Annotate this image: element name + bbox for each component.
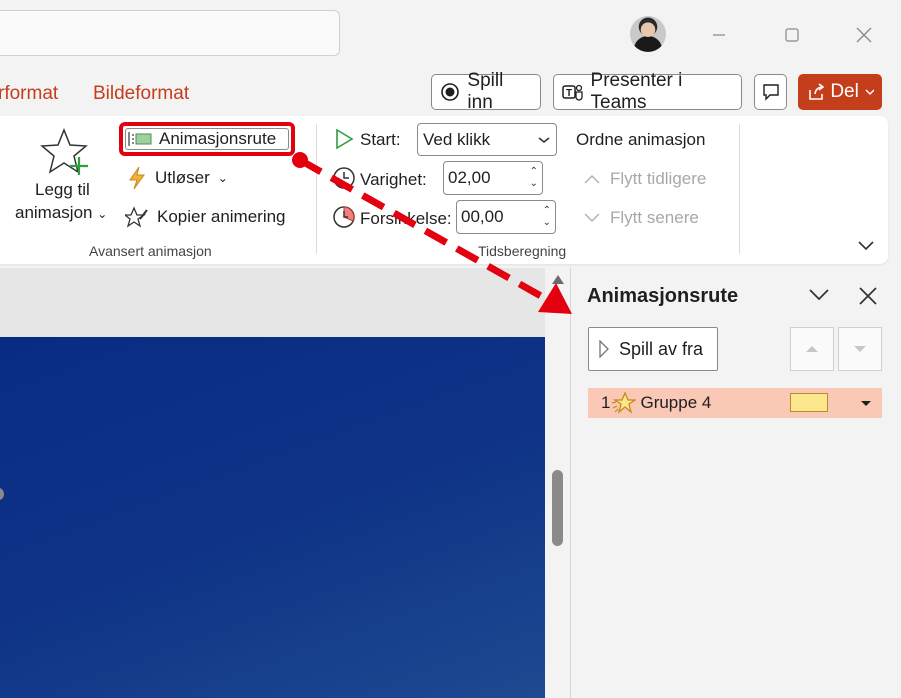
animation-pane-button[interactable]: Animasjonsrute bbox=[119, 122, 295, 156]
timing-bar[interactable] bbox=[790, 393, 828, 412]
move-later-label: Flytt senere bbox=[610, 208, 699, 227]
reorder-animation-title: Ordne animasjon bbox=[576, 130, 706, 149]
entrance-star-icon bbox=[612, 391, 637, 414]
svg-text:T: T bbox=[566, 88, 572, 99]
chevron-down-icon: ⌄ bbox=[217, 171, 228, 185]
present-in-teams-button[interactable]: T Presenter i Teams bbox=[553, 70, 742, 113]
start-label: Start: bbox=[360, 130, 401, 149]
chevron-up-icon bbox=[584, 174, 600, 184]
add-animation-star-icon bbox=[40, 127, 92, 182]
comment-icon bbox=[762, 84, 779, 101]
start-select-value: Ved klikk bbox=[423, 129, 491, 149]
duration-value: 02,00 bbox=[448, 168, 491, 187]
ribbon-collapse-chevron-icon[interactable] bbox=[858, 238, 874, 256]
chevron-down-icon bbox=[865, 89, 874, 96]
delay-input[interactable]: 00,00 ⌃ ⌄ bbox=[456, 200, 556, 234]
play-from-label: Spill av fra bbox=[619, 338, 704, 359]
scrollbar-thumb[interactable] bbox=[552, 470, 563, 546]
move-earlier-label: Flytt tidligere bbox=[610, 169, 707, 188]
play-triangle-icon bbox=[334, 128, 354, 155]
item-dropdown-icon[interactable] bbox=[860, 400, 872, 408]
triangle-down-icon bbox=[854, 346, 866, 352]
maximize-icon[interactable] bbox=[777, 20, 807, 50]
record-icon bbox=[441, 83, 459, 101]
timing-group-label: Tidsberegning bbox=[478, 243, 567, 259]
delay-label: Forsinkelse: bbox=[360, 209, 452, 228]
share-label: Del bbox=[830, 81, 859, 102]
tab-format[interactable]: rformat bbox=[0, 83, 58, 105]
user-avatar[interactable] bbox=[630, 16, 666, 52]
minimize-icon[interactable] bbox=[704, 20, 734, 50]
spin-arrows-icon[interactable]: ⌃ ⌄ bbox=[530, 166, 538, 190]
search-box[interactable] bbox=[0, 10, 340, 56]
add-animation-label-line1[interactable]: Legg til bbox=[35, 180, 90, 200]
play-from-button[interactable]: Spill av fra bbox=[588, 327, 718, 371]
add-animation-button[interactable]: animasjon ⌄ bbox=[15, 203, 107, 223]
lightning-icon bbox=[129, 166, 145, 190]
trigger-label: Utløser bbox=[155, 168, 210, 187]
triangle-up-icon bbox=[806, 346, 818, 352]
pane-options-chevron-icon[interactable] bbox=[808, 287, 830, 308]
animation-painter-icon bbox=[125, 206, 148, 228]
tab-picture-format[interactable]: Bildeformat bbox=[93, 83, 189, 105]
play-icon bbox=[599, 340, 609, 358]
share-button[interactable]: Del bbox=[798, 74, 882, 110]
animation-list-item[interactable]: 1 Gruppe 4 bbox=[588, 388, 882, 418]
add-animation-label-line2: animasjon bbox=[15, 203, 93, 222]
record-label: Spill inn bbox=[467, 70, 504, 113]
copy-animation-button[interactable]: Kopier animering bbox=[125, 205, 286, 229]
ribbon-separator bbox=[739, 124, 740, 254]
move-earlier-button[interactable]: Flytt tidligere bbox=[584, 169, 706, 189]
chevron-down-icon bbox=[538, 136, 550, 143]
share-icon bbox=[809, 83, 825, 100]
spin-arrows-icon[interactable]: ⌃ ⌄ bbox=[543, 205, 551, 229]
move-later-button[interactable]: Flytt senere bbox=[584, 208, 699, 228]
close-window-icon[interactable] bbox=[849, 20, 879, 50]
scroll-up-icon[interactable] bbox=[551, 272, 565, 290]
duration-input[interactable]: 02,00 ⌃ ⌄ bbox=[443, 161, 543, 195]
animation-item-number: 1 bbox=[601, 393, 611, 412]
chevron-down-icon bbox=[584, 213, 600, 223]
advanced-animation-group-label: Avansert animasjon bbox=[89, 243, 212, 259]
start-select[interactable]: Ved klikk bbox=[417, 123, 557, 156]
move-down-button[interactable] bbox=[838, 327, 882, 371]
animation-pane-label: Animasjonsrute bbox=[159, 129, 277, 148]
duration-label: Varighet: bbox=[360, 170, 427, 189]
ribbon-separator bbox=[316, 124, 317, 254]
slide[interactable] bbox=[0, 337, 545, 698]
copy-animation-label: Kopier animering bbox=[157, 207, 286, 226]
animation-item-name: Gruppe 4 bbox=[640, 393, 712, 412]
present-in-teams-label: Presenter i Teams bbox=[590, 70, 683, 113]
trigger-button[interactable]: Utløser ⌄ bbox=[127, 166, 228, 190]
clock-icon bbox=[332, 166, 356, 195]
animation-pane-icon bbox=[128, 132, 152, 146]
move-up-button[interactable] bbox=[790, 327, 834, 371]
teams-icon: T bbox=[562, 84, 583, 101]
comments-button[interactable] bbox=[754, 74, 787, 110]
delay-value: 00,00 bbox=[461, 207, 504, 226]
chevron-down-icon: ⌄ bbox=[97, 207, 108, 221]
delay-clock-icon bbox=[332, 205, 356, 234]
record-button[interactable]: Spill inn bbox=[431, 70, 541, 113]
close-pane-icon[interactable] bbox=[858, 286, 878, 311]
animation-pane-title: Animasjonsrute bbox=[587, 285, 739, 307]
